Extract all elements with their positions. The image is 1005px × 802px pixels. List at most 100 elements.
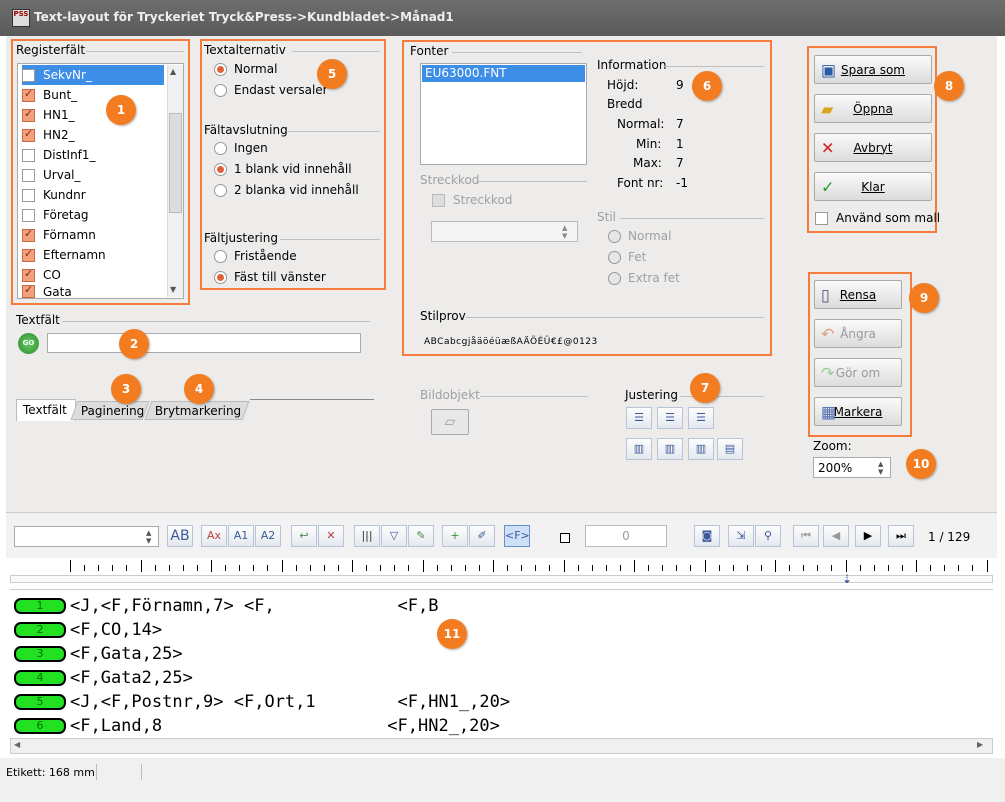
spinner-arrows-icon[interactable]: ▲ ▼ (562, 224, 567, 240)
list-scrollbar[interactable]: ▲ ▼ (167, 65, 183, 297)
radio-1blank[interactable]: 1 blank vid innehåll (214, 162, 352, 176)
radio-stil-extrafet[interactable]: Extra fet (608, 271, 680, 285)
go-button[interactable]: GO (18, 333, 39, 354)
tab-paginering[interactable]: Paginering (70, 401, 150, 420)
valign-bottom-icon[interactable]: ▥ (688, 438, 714, 460)
prev-page-icon[interactable]: ◀ (823, 525, 849, 547)
layout-editor[interactable]: 1 <J,<F,Förnamn,7> <F, <F,B 2 <F,CO,14> 3 <… (6, 592, 997, 738)
checkbox[interactable] (815, 211, 828, 225)
ok-button[interactable]: ✓ Klar (814, 172, 932, 201)
radio-stil-normal[interactable]: Normal (608, 229, 671, 243)
align-right-icon[interactable]: ☰ (688, 407, 714, 429)
mark-button[interactable]: ▦ Markera (814, 397, 902, 426)
radio-stil-fet[interactable]: Fet (608, 250, 646, 264)
spinner-arrows-icon[interactable]: ▲ ▼ (146, 529, 151, 545)
image-object-button[interactable]: ▱ (431, 409, 469, 435)
barcode-icon[interactable]: ||| (354, 525, 380, 547)
font-item[interactable]: EU63000.FNT (422, 65, 585, 82)
radio-2blanka[interactable]: 2 blanka vid innehåll (214, 183, 359, 197)
line-text[interactable]: <F,CO,14> (70, 620, 162, 640)
registerfalt-list[interactable]: SekvNr_ Bunt_ HN1_ HN2_ DistInf1_ Urval_… (17, 63, 184, 299)
spinner-arrows-icon[interactable]: ▲ ▼ (878, 460, 883, 476)
checkbox[interactable] (22, 188, 35, 202)
editor-line[interactable]: 6 <F,Land,8 <F,HN2_,20> (14, 716, 500, 736)
checkbox[interactable] (432, 193, 445, 207)
checkbox[interactable] (22, 87, 35, 102)
textfalt-input[interactable] (47, 333, 361, 353)
list-item[interactable]: SekvNr_ (22, 65, 164, 85)
radio-dot[interactable] (214, 162, 227, 176)
streckkod-dropdown[interactable]: ▲ ▼ (431, 221, 578, 242)
next-page-icon[interactable]: ▶ (855, 525, 881, 547)
scroll-right-icon[interactable]: ▶ (977, 740, 983, 749)
subscript-2-icon[interactable]: A2 (255, 525, 281, 547)
radio-dot[interactable] (214, 141, 227, 155)
list-item[interactable]: Bunt_ (22, 85, 172, 105)
editor-line[interactable]: 5 <J,<F,Postnr,9> <F,Ort,1 <F,HN1_,20> (14, 692, 510, 712)
radio-dot[interactable] (608, 271, 621, 285)
clear-button[interactable]: ▯ Rensa (814, 280, 902, 309)
editor-line[interactable]: 1 <J,<F,Förnamn,7> <F, <F,B (14, 596, 438, 616)
small-checkbox[interactable] (560, 533, 570, 543)
line-text[interactable]: <J,<F,Postnr,9> <F,Ort,1 <F,HN1_,20> (70, 692, 510, 712)
radio-dot[interactable] (214, 249, 227, 263)
list-item[interactable]: Kundnr (22, 185, 172, 205)
last-page-icon[interactable]: ⏭ (888, 525, 914, 547)
editor-line[interactable]: 3 <F,Gata,25> (14, 644, 183, 664)
checkbox[interactable] (22, 247, 35, 262)
scroll-up-icon[interactable]: ▲ (170, 67, 176, 76)
checkbox[interactable] (22, 168, 35, 182)
list-item[interactable]: Efternamn (22, 245, 172, 265)
line-text[interactable]: <J,<F,Förnamn,7> <F, <F,B (70, 596, 438, 616)
camera-icon[interactable]: ◙ (694, 525, 720, 547)
align-center-icon[interactable]: ☰ (657, 407, 683, 429)
editor-line[interactable]: 2 <F,CO,14> (14, 620, 162, 640)
filter-icon[interactable]: ▽ (381, 525, 407, 547)
tab-stop-marker-icon[interactable]: ⇣ (842, 572, 852, 586)
horizontal-scrollbar[interactable]: ◀ ▶ (10, 738, 993, 754)
line-text[interactable]: <F,Gata2,25> (70, 668, 193, 688)
tab-textfalt[interactable]: Textfält (16, 399, 76, 421)
checkbox[interactable] (22, 267, 35, 282)
list-item[interactable]: DistInf1_ (22, 145, 172, 165)
radio-normal[interactable]: Normal (214, 62, 277, 76)
delete-return-icon[interactable]: ✕ (318, 525, 344, 547)
checkbox[interactable] (22, 208, 35, 222)
radio-dot[interactable] (608, 250, 621, 264)
cancel-button[interactable]: ✕ Avbryt (814, 133, 932, 162)
radio-dot[interactable] (214, 270, 227, 284)
clear-format-icon[interactable]: Ax (201, 525, 227, 547)
scroll-left-icon[interactable]: ◀ (14, 740, 20, 749)
radio-fristaende[interactable]: Fristående (214, 249, 297, 263)
redo-button[interactable]: ↷ Gör om (814, 358, 902, 387)
list-item[interactable]: HN2_ (22, 125, 172, 145)
list-item[interactable]: CO (22, 265, 172, 285)
valign-stagger-icon[interactable]: ▤ (717, 438, 743, 460)
subscript-1-icon[interactable]: A1 (228, 525, 254, 547)
edit-filter-icon[interactable]: ✎ (408, 525, 434, 547)
checkbox[interactable] (22, 148, 35, 162)
position-spinner[interactable]: 0 (585, 525, 667, 547)
ab-icon[interactable]: AB (167, 525, 193, 547)
font-list[interactable]: EU63000.FNT (420, 63, 587, 165)
scroll-thumb[interactable] (169, 113, 182, 213)
open-button[interactable]: ▰ Öppna (814, 94, 932, 123)
radio-ingen[interactable]: Ingen (214, 141, 268, 155)
checkbox[interactable] (22, 107, 35, 122)
use-as-template-checkbox[interactable]: Använd som mall (815, 211, 940, 225)
zoom-spinner[interactable]: 200% ▲ ▼ (813, 457, 891, 478)
valign-middle-icon[interactable]: ▥ (657, 438, 683, 460)
radio-dot[interactable] (214, 62, 227, 76)
list-item[interactable]: Urval_ (22, 165, 172, 185)
save-as-button[interactable]: ▣ Spara som (814, 55, 932, 84)
radio-versaler[interactable]: Endast versaler (214, 83, 328, 97)
radio-dot[interactable] (214, 83, 227, 97)
search-icon[interactable]: ⚲ (755, 525, 781, 547)
valign-top-icon[interactable]: ▥ (626, 438, 652, 460)
list-item[interactable]: Förnamn (22, 225, 172, 245)
align-left-icon[interactable]: ☰ (626, 407, 652, 429)
radio-fast-vanster[interactable]: Fäst till vänster (214, 270, 326, 284)
checkbox[interactable] (22, 285, 35, 298)
first-page-icon[interactable]: ⏮ (793, 525, 819, 547)
line-text[interactable]: <F,Land,8 <F,HN2_,20> (70, 716, 500, 736)
